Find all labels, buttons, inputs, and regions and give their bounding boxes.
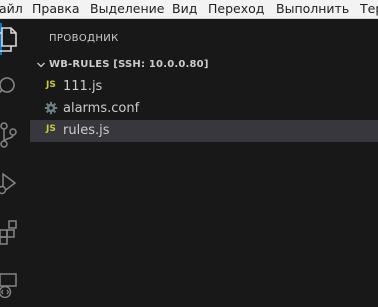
search-button[interactable] bbox=[0, 67, 30, 107]
gear-file-icon bbox=[44, 101, 58, 115]
menu-terminal[interactable]: Тер bbox=[360, 0, 378, 17]
file-item-111-js[interactable]: JS 111.js bbox=[30, 76, 378, 98]
explorer-button[interactable] bbox=[0, 19, 30, 59]
menu-go[interactable]: Переход bbox=[208, 0, 264, 17]
chevron-down-icon bbox=[37, 62, 45, 68]
source-control-icon bbox=[0, 122, 17, 148]
file-item-rules-js[interactable]: JS rules.js bbox=[30, 120, 378, 142]
extensions-icon bbox=[0, 220, 17, 245]
menu-bar: айл Правка Выделение Вид Переход Выполни… bbox=[0, 0, 378, 19]
menu-run[interactable]: Выполнить bbox=[276, 0, 349, 17]
source-control-button[interactable] bbox=[0, 115, 30, 155]
activity-bar bbox=[0, 19, 30, 307]
run-debug-icon bbox=[0, 172, 17, 195]
file-name: alarms.conf bbox=[63, 101, 140, 116]
menu-selection[interactable]: Выделение bbox=[90, 0, 164, 17]
file-name: rules.js bbox=[63, 123, 110, 138]
extensions-button[interactable] bbox=[0, 211, 30, 251]
explorer-title: ПРОВОДНИК bbox=[49, 33, 119, 44]
js-file-icon: JS bbox=[46, 80, 56, 90]
file-item-alarms-conf[interactable]: alarms.conf bbox=[30, 98, 378, 120]
workspace-folder-header[interactable]: WB-RULES [SSH: 10.0.0.80] bbox=[30, 58, 378, 74]
remote-explorer-button[interactable] bbox=[0, 264, 30, 304]
explorer-panel: ПРОВОДНИК WB-RULES [SSH: 10.0.0.80] JS 1… bbox=[30, 19, 378, 307]
search-icon bbox=[0, 77, 15, 94]
js-file-icon: JS bbox=[46, 124, 56, 134]
menu-file[interactable]: айл bbox=[0, 0, 23, 17]
remote-explorer-icon bbox=[0, 273, 17, 298]
menu-view[interactable]: Вид bbox=[172, 0, 197, 17]
menu-edit[interactable]: Правка bbox=[32, 0, 80, 17]
explorer-icon bbox=[0, 27, 17, 52]
run-debug-button[interactable] bbox=[0, 163, 30, 203]
workspace-folder-name: WB-RULES [SSH: 10.0.0.80] bbox=[49, 59, 209, 70]
file-name: 111.js bbox=[63, 79, 103, 94]
